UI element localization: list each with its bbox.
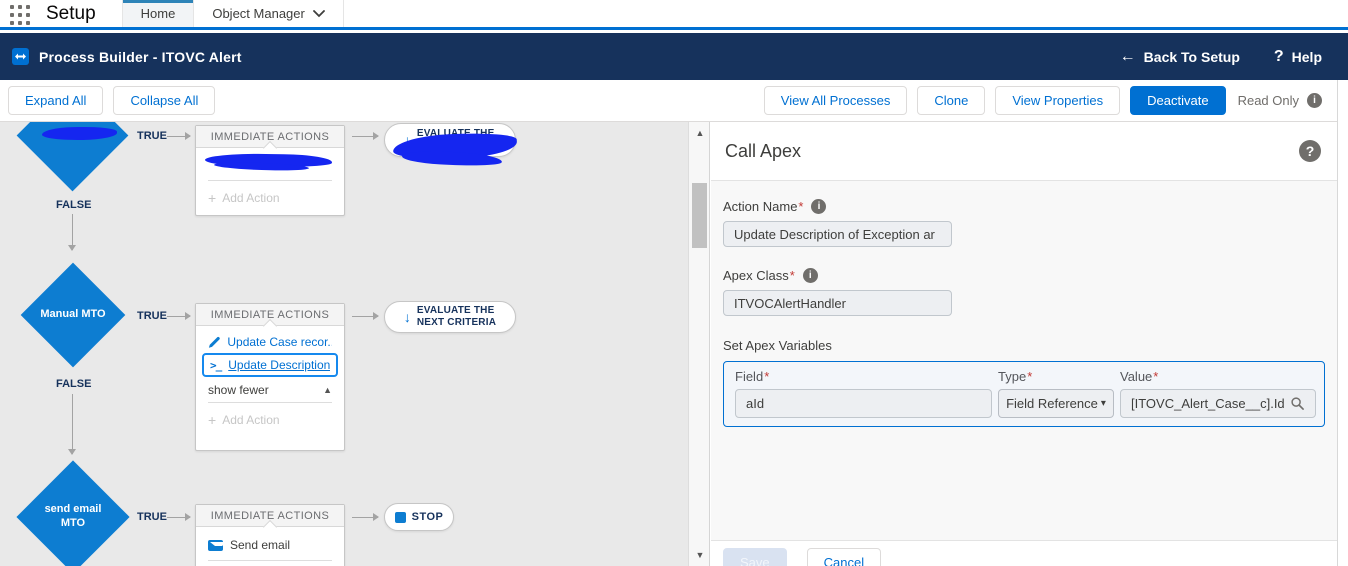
view-properties-button[interactable]: View Properties [995,86,1121,115]
panel-title: Call Apex [725,140,802,161]
process-builder-app: Setup Home Object Manager Process Builde… [0,0,1348,566]
process-toolbar: Expand All Collapse All View All Process… [0,80,1348,122]
clone-button[interactable]: Clone [917,86,986,115]
view-all-processes-button[interactable]: View All Processes [763,86,908,115]
tab-object-manager-label: Object Manager [212,6,305,21]
set-apex-variables-label: Set Apex Variables [723,338,832,353]
action-update-description-selected[interactable]: >_ Update Description... [202,353,338,377]
process-canvas: TRUE FALSE IMMEDIATE ACTIONS + Add Actio… [0,122,710,566]
app-launcher-icon[interactable] [10,5,32,27]
variable-type-dropdown[interactable]: Field Reference ▾ [998,389,1114,418]
add-action-button[interactable]: + Add Action [196,181,344,216]
action-name-info-icon[interactable]: i [811,199,827,214]
plus-icon: + [208,190,217,206]
add-action-button[interactable]: + Add Action [196,403,344,438]
immediate-actions-box-2: IMMEDIATE ACTIONS Update Case recor... >… [195,303,345,451]
pencil-icon [208,336,220,348]
true-label-1: TRUE [137,130,167,142]
global-header: Setup Home Object Manager [0,0,1348,30]
immediate-actions-header: IMMEDIATE ACTIONS [196,304,344,334]
plus-icon: + [208,412,217,428]
expand-all-button[interactable]: Expand All [8,86,104,115]
action-name-label: Action Name* i [723,199,1325,214]
stop-pill[interactable]: STOP [384,503,454,531]
apex-class-label: Apex Class* i [723,268,1325,283]
canvas-scrollbar[interactable]: ▲ ▼ [688,122,709,566]
deactivate-button[interactable]: Deactivate [1130,86,1226,115]
true-label-3: TRUE [137,511,167,523]
scroll-down-icon[interactable]: ▼ [689,550,709,560]
connector-arrow [167,312,191,320]
read-only-status: Read Only i [1238,93,1322,108]
read-only-info-icon[interactable]: i [1307,93,1322,108]
connector-arrow [68,394,76,455]
save-button[interactable]: Save [723,548,787,566]
page-header-bar: Process Builder - ITOVC Alert ← Back To … [0,33,1348,80]
variable-field-input[interactable]: aId [735,389,992,418]
connector-arrow [352,513,379,521]
panel-help-icon[interactable]: ? [1299,140,1321,162]
back-arrow-icon: ← [1119,47,1136,65]
connector-arrow [167,513,191,521]
connector-arrow [68,214,76,251]
apex-code-icon: >_ [210,358,222,372]
process-builder-icon [12,48,29,65]
tab-object-manager[interactable]: Object Manager [194,0,344,27]
action-name-input[interactable]: Update Description of Exception ar [723,221,952,247]
chevron-up-icon: ▲ [323,385,332,395]
envelope-icon [208,539,227,551]
read-only-label: Read Only [1237,93,1299,108]
immediate-actions-header: IMMEDIATE ACTIONS [196,126,344,156]
apex-variables-table: Field* Type* Value* aId Field Reference … [723,361,1325,427]
call-apex-panel: Call Apex ? Action Name* i Update Descri… [711,122,1337,566]
show-fewer-toggle[interactable]: show fewer ▲ [196,379,344,402]
apex-class-info-icon[interactable]: i [802,268,818,283]
setup-app-title: Setup [46,3,96,24]
tab-home[interactable]: Home [121,0,195,27]
false-label-1: FALSE [56,199,92,211]
false-label-2: FALSE [56,378,92,390]
apex-class-input[interactable]: ITVOCAlertHandler [723,290,952,316]
type-column-header: Type* [998,369,1033,384]
down-arrow-icon: ↓ [403,309,411,325]
help-link[interactable]: ? Help [1274,48,1322,66]
page-title: Process Builder - ITOVC Alert [39,48,242,65]
collapse-all-button[interactable]: Collapse All [113,86,216,115]
tab-home-label: Home [140,6,176,21]
required-asterisk: * [798,199,804,214]
connector-arrow [352,312,379,320]
stop-square-icon [394,511,406,523]
help-label: Help [1291,48,1322,65]
page-scrollbar-track[interactable] [1337,80,1348,566]
required-asterisk: * [789,268,795,283]
cancel-button[interactable]: Cancel [806,548,882,566]
true-label-2: TRUE [137,310,167,322]
field-column-header: Field* [735,369,770,384]
criteria-node-send-email-mto[interactable]: send email MTO [16,460,130,566]
evaluate-next-criteria-pill-2[interactable]: ↓ EVALUATE THE NEXT CRITERIA [384,301,516,333]
back-to-setup-link[interactable]: ← Back To Setup [1120,48,1240,66]
value-column-header: Value* [1120,369,1159,384]
chevron-down-icon [312,9,325,18]
scroll-up-icon[interactable]: ▲ [689,128,709,138]
connector-arrow [167,132,191,140]
variable-value-input[interactable]: [ITOVC_Alert_Case__c].Id [1120,389,1316,418]
immediate-actions-header: IMMEDIATE ACTIONS [196,505,344,535]
help-icon: ? [1273,47,1284,65]
immediate-actions-box-3: IMMEDIATE ACTIONS Send email [195,504,345,566]
search-icon[interactable] [1291,397,1304,410]
connector-arrow [352,132,379,140]
back-to-setup-label: Back To Setup [1143,48,1240,65]
immediate-actions-box-1: IMMEDIATE ACTIONS + Add Action [195,125,345,216]
criteria-node-manual-mto[interactable]: Manual MTO [20,262,126,368]
dropdown-caret-icon: ▾ [1100,398,1106,409]
canvas-scrollbar-thumb[interactable] [692,183,707,248]
